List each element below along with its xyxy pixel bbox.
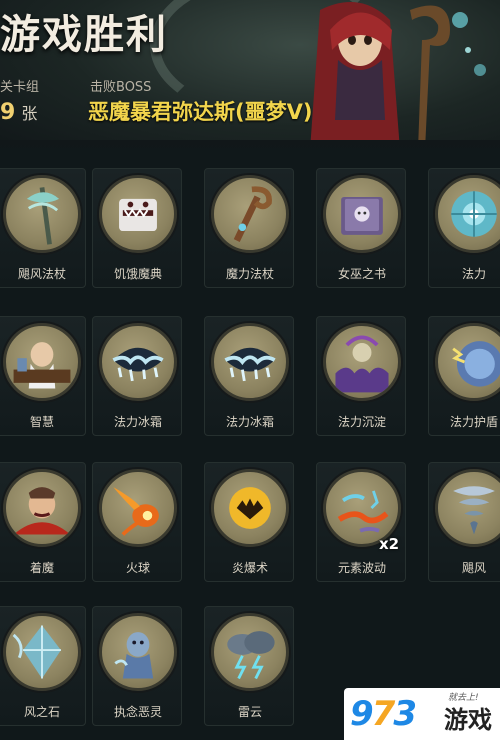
- obsessed-ghost-icon: [99, 613, 177, 691]
- cyclone-icon: [435, 469, 500, 547]
- deck-count-unit: 张: [21, 104, 38, 123]
- reward-card-label: 法力冰霜: [113, 415, 162, 429]
- reward-card[interactable]: 飓风: [428, 462, 500, 582]
- reward-card-label: 飓风法杖: [17, 267, 66, 281]
- reward-card-label: 智慧: [29, 415, 54, 429]
- result-header: 游戏胜利 关卡组 击败BOSS 9张 恶魔暴君弥达斯(噩梦V): [0, 0, 500, 150]
- boss-label: 击败BOSS: [90, 80, 152, 95]
- magic-staff-icon: [211, 175, 289, 253]
- reward-card-label: 元素波动: [337, 561, 386, 575]
- reward-card[interactable]: 法力护盾: [428, 316, 500, 436]
- reward-card[interactable]: 元素波动 x2: [316, 462, 406, 582]
- reward-card-label: 火球: [125, 561, 150, 575]
- reward-card-label: 法力冰霜: [225, 415, 274, 429]
- fireball-icon: [99, 469, 177, 547]
- reward-card[interactable]: 魔力法杖: [204, 168, 294, 288]
- reward-card-label: 法力沉淀: [337, 415, 386, 429]
- watermark-digit: 7: [371, 694, 396, 734]
- reward-card-label: 炎爆术: [231, 561, 268, 575]
- possessed-icon: [3, 469, 81, 547]
- watermark-word: 游戏: [444, 706, 492, 734]
- witch-character-illustration: [310, 2, 486, 150]
- reward-card-label: 法力护盾: [449, 415, 498, 429]
- reward-card-label: 魔力法杖: [225, 267, 274, 281]
- reward-card[interactable]: 炎爆术: [204, 462, 294, 582]
- reward-card-label: 雷云: [237, 705, 262, 719]
- mana-shield-icon: [435, 323, 500, 401]
- reward-card[interactable]: 智慧: [0, 316, 86, 436]
- mana-icon: [435, 175, 500, 253]
- mana-sediment-icon: [323, 323, 401, 401]
- witch-book-icon: [323, 175, 401, 253]
- thundercloud-icon: [211, 613, 289, 691]
- reward-card[interactable]: 法力沉淀: [316, 316, 406, 436]
- mana-frost-icon: [211, 323, 289, 401]
- reward-card[interactable]: 执念恶灵: [92, 606, 182, 726]
- reward-card[interactable]: 女巫之书: [316, 168, 406, 288]
- watermark-digit: 9: [350, 694, 374, 734]
- mana-frost-icon: [99, 323, 177, 401]
- reward-card[interactable]: 飓风法杖: [0, 168, 86, 288]
- deck-count-number: 9: [0, 100, 16, 125]
- reward-card-label: 饥饿魔典: [113, 267, 162, 281]
- reward-card-label: 执念恶灵: [113, 705, 162, 719]
- victory-title: 游戏胜利: [0, 12, 168, 58]
- reward-card[interactable]: 火球: [92, 462, 182, 582]
- header-fade: [0, 140, 500, 160]
- wisdom-icon: [3, 323, 81, 401]
- reward-card-label: 飓风: [461, 561, 486, 575]
- watermark-logo: 973: [350, 694, 417, 734]
- reward-card[interactable]: 雷云: [204, 606, 294, 726]
- deck-label: 关卡组: [0, 80, 40, 95]
- hungry-grimoire-icon: [99, 175, 177, 253]
- reward-card[interactable]: 着魔: [0, 462, 86, 582]
- cyclone-staff-icon: [3, 175, 81, 253]
- reward-card-label: 风之石: [23, 705, 60, 719]
- watermark-973: 就去上! 973 游戏: [344, 688, 500, 740]
- reward-card-label: 女巫之书: [337, 267, 386, 281]
- watermark-digit: 3: [393, 694, 417, 734]
- reward-card[interactable]: 风之石: [0, 606, 86, 726]
- deck-count: 9张: [0, 100, 37, 125]
- pyroblast-icon: [211, 469, 289, 547]
- reward-card[interactable]: 法力: [428, 168, 500, 288]
- card-count-badge: x2: [379, 535, 400, 553]
- reward-card[interactable]: 法力冰霜: [92, 316, 182, 436]
- reward-card-label: 着魔: [29, 561, 54, 575]
- reward-card[interactable]: 饥饿魔典: [92, 168, 182, 288]
- wind-stone-icon: [3, 613, 81, 691]
- boss-name: 恶魔暴君弥达斯(噩梦V): [88, 100, 313, 124]
- reward-card-label: 法力: [461, 267, 486, 281]
- reward-card[interactable]: 法力冰霜: [204, 316, 294, 436]
